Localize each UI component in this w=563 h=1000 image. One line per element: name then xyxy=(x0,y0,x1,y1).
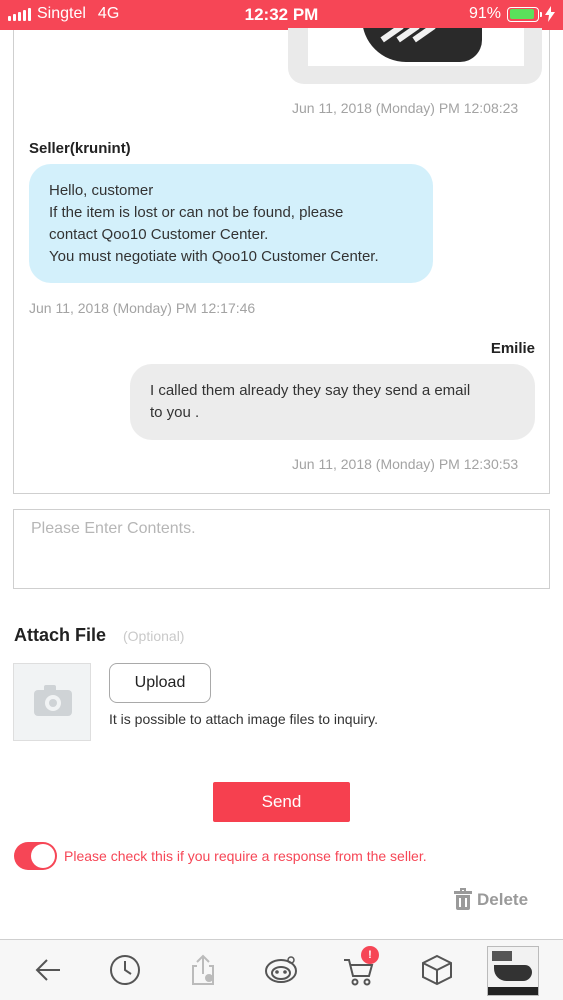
buyer-name: Emilie xyxy=(490,340,535,357)
message-line: You must negotiate with Qoo10 Customer C… xyxy=(49,248,379,265)
cart-icon[interactable]: ! xyxy=(337,946,381,992)
message-timestamp: Jun 11, 2018 (Monday) PM 12:08:23 xyxy=(292,100,519,116)
send-button[interactable]: Send xyxy=(213,782,350,822)
trash-icon xyxy=(454,888,472,910)
package-box-icon[interactable] xyxy=(415,948,459,992)
attach-file-title: Attach File xyxy=(14,625,107,645)
buyer-message-bubble: I called them already they say they send… xyxy=(130,364,535,440)
battery-icon xyxy=(507,6,542,22)
attach-optional-label: (Optional) xyxy=(123,628,185,644)
chat-history[interactable]: Jun 11, 2018 (Monday) PM 12:08:23 Seller… xyxy=(13,28,550,494)
history-clock-icon[interactable] xyxy=(103,948,147,992)
back-arrow-icon[interactable] xyxy=(26,948,70,992)
message-line: I called them already they say they send… xyxy=(150,382,471,399)
attach-help-text: It is possible to attach image files to … xyxy=(109,711,378,727)
status-bar: Singtel 4G 12:32 PM 91% xyxy=(0,0,563,30)
battery-percent: 91% xyxy=(468,5,501,22)
recent-item-thumbnail[interactable] xyxy=(487,946,539,996)
message-line: Hello, customer xyxy=(49,182,154,199)
attachment-placeholder[interactable] xyxy=(13,663,91,741)
message-timestamp: Jun 11, 2018 (Monday) PM 12:17:46 xyxy=(29,300,256,316)
message-input[interactable] xyxy=(13,509,550,589)
camera-icon xyxy=(34,685,72,716)
response-required-toggle[interactable] xyxy=(14,842,57,870)
seller-message-bubble: Hello, customer If the item is lost or c… xyxy=(29,164,433,283)
status-right: 91% xyxy=(469,5,555,23)
response-required-label[interactable]: Please check this if you require a respo… xyxy=(64,848,427,864)
bottom-nav: ! xyxy=(0,939,563,1000)
image-message-bubble[interactable] xyxy=(288,28,542,84)
seller-name: Seller(krunint) xyxy=(29,140,131,157)
delete-button[interactable]: Delete xyxy=(454,888,529,910)
toggle-knob xyxy=(31,844,55,868)
message-timestamp: Jun 11, 2018 (Monday) PM 12:30:53 xyxy=(292,456,519,472)
message-line: If the item is lost or can not be found,… xyxy=(49,204,344,221)
message-line: contact Qoo10 Customer Center. xyxy=(49,226,269,243)
shoe-image xyxy=(362,28,482,62)
product-photo[interactable] xyxy=(308,28,524,66)
cart-badge: ! xyxy=(361,946,379,964)
share-icon[interactable] xyxy=(181,948,225,992)
qoo-mascot-icon[interactable] xyxy=(259,948,303,992)
message-line: to you . xyxy=(150,404,200,421)
charging-bolt-icon xyxy=(545,6,555,22)
upload-button[interactable]: Upload xyxy=(109,663,211,703)
delete-label: Delete xyxy=(477,890,529,909)
